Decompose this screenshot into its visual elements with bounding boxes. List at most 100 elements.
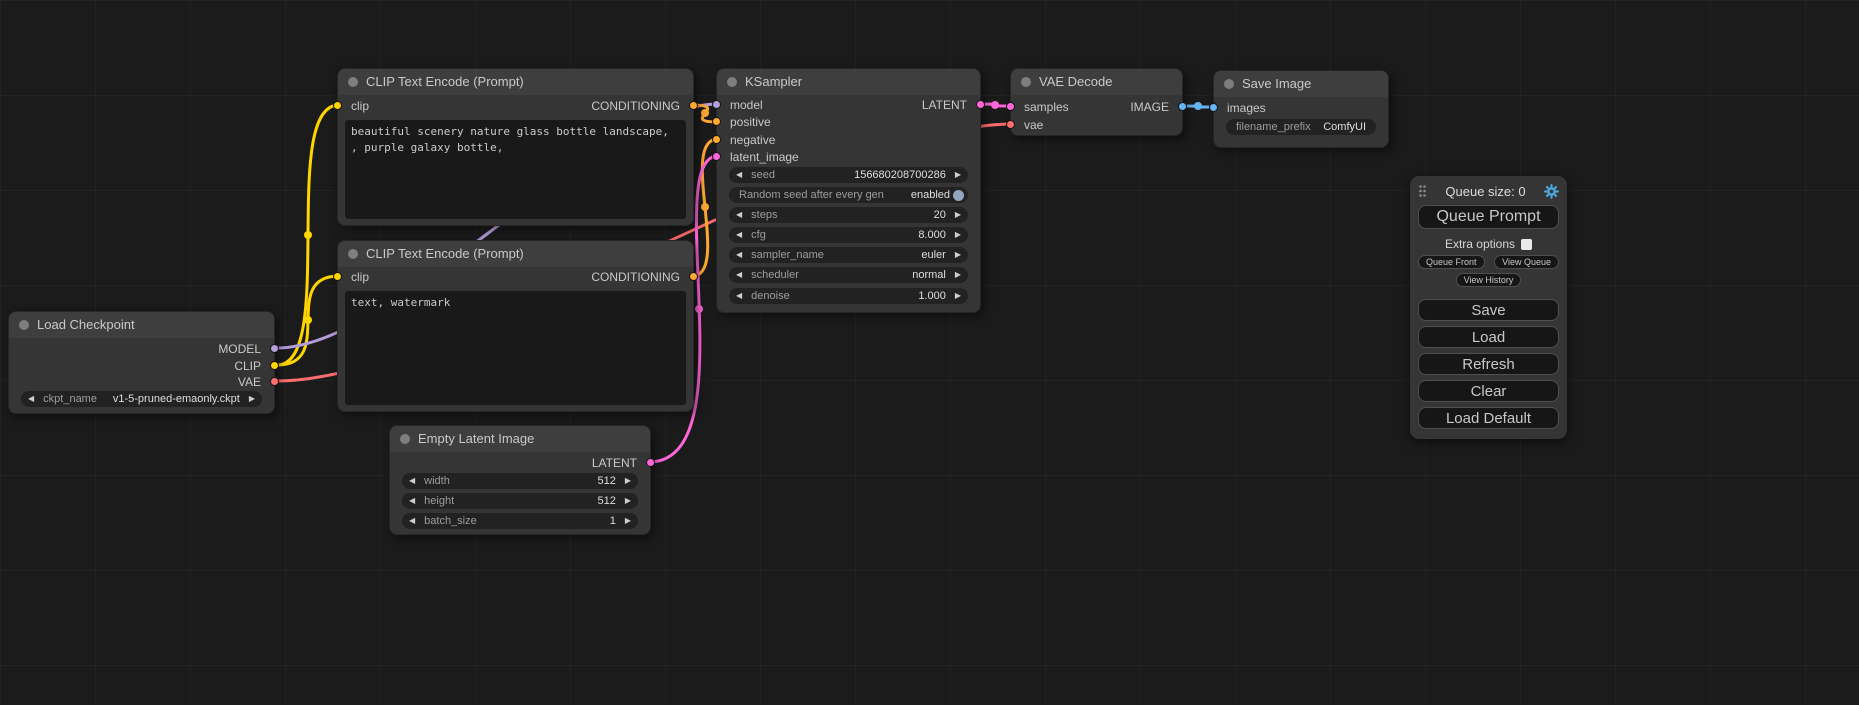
- port-label: samples: [1024, 99, 1069, 115]
- increment-arrow-icon[interactable]: ▶: [955, 207, 961, 223]
- widget-name: width: [424, 473, 450, 489]
- refresh-button[interactable]: Refresh: [1418, 353, 1559, 375]
- decrement-arrow-icon[interactable]: ◀: [736, 288, 742, 304]
- port-label: model: [730, 97, 763, 113]
- increment-arrow-icon[interactable]: ▶: [955, 267, 961, 283]
- latent-port-dot[interactable]: [712, 152, 721, 161]
- vae-port-dot[interactable]: [270, 377, 279, 386]
- save-button[interactable]: Save: [1418, 299, 1559, 321]
- collapse-dot-icon[interactable]: [348, 249, 358, 259]
- link-midpoint-dot: [1194, 102, 1202, 110]
- filename-prefix-widget[interactable]: filename_prefix ComfyUI: [1226, 119, 1376, 135]
- port-label: clip: [351, 269, 369, 285]
- height-widget[interactable]: ◀ height 512 ▶: [402, 493, 638, 509]
- port-label: vae: [1024, 117, 1043, 133]
- conditioning-port-dot[interactable]: [712, 135, 721, 144]
- cfg-widget[interactable]: ◀ cfg 8.000 ▶: [729, 227, 968, 243]
- prompt-textarea[interactable]: text, watermark: [345, 291, 686, 405]
- node-titlebar[interactable]: CLIP Text Encode (Prompt): [338, 69, 693, 95]
- latent-port-dot[interactable]: [1006, 102, 1015, 111]
- queue-prompt-button[interactable]: Queue Prompt: [1418, 205, 1559, 229]
- collapse-dot-icon[interactable]: [400, 434, 410, 444]
- collapse-dot-icon[interactable]: [19, 320, 29, 330]
- seed-widget[interactable]: ◀ seed 156680208700286 ▶: [729, 167, 968, 183]
- clip-port-dot[interactable]: [270, 361, 279, 370]
- node-ksampler[interactable]: KSampler model LATENT positive negative …: [716, 68, 981, 313]
- increment-arrow-icon[interactable]: ▶: [955, 227, 961, 243]
- node-load-checkpoint[interactable]: Load Checkpoint MODEL CLIP VAE ◀ ckpt_na…: [8, 311, 275, 414]
- clip-port-dot[interactable]: [333, 101, 342, 110]
- decrement-arrow-icon[interactable]: ◀: [736, 167, 742, 183]
- view-queue-button[interactable]: View Queue: [1494, 255, 1559, 269]
- node-clip-text-encode-positive[interactable]: CLIP Text Encode (Prompt) clip CONDITION…: [337, 68, 694, 226]
- widget-value: 1.000: [918, 288, 946, 304]
- sampler-name-widget[interactable]: ◀ sampler_name euler ▶: [729, 247, 968, 263]
- widget-value: v1-5-pruned-emaonly.ckpt: [113, 391, 240, 407]
- increment-arrow-icon[interactable]: ▶: [955, 167, 961, 183]
- drag-handle-icon[interactable]: [1418, 184, 1427, 198]
- settings-gear-icon[interactable]: [1544, 184, 1559, 199]
- node-empty-latent-image[interactable]: Empty Latent Image LATENT ◀ width 512 ▶ …: [389, 425, 651, 535]
- image-port-dot[interactable]: [1209, 103, 1218, 112]
- decrement-arrow-icon[interactable]: ◀: [736, 247, 742, 263]
- node-clip-text-encode-negative[interactable]: CLIP Text Encode (Prompt) clip CONDITION…: [337, 240, 694, 412]
- decrement-arrow-icon[interactable]: ◀: [409, 473, 415, 489]
- denoise-widget[interactable]: ◀ denoise 1.000 ▶: [729, 288, 968, 304]
- increment-arrow-icon[interactable]: ▶: [625, 473, 631, 489]
- latent-port-dot[interactable]: [646, 458, 655, 467]
- node-titlebar[interactable]: Load Checkpoint: [9, 312, 274, 338]
- width-widget[interactable]: ◀ width 512 ▶: [402, 473, 638, 489]
- extra-options-checkbox[interactable]: [1521, 239, 1532, 250]
- steps-widget[interactable]: ◀ steps 20 ▶: [729, 207, 968, 223]
- increment-arrow-icon[interactable]: ▶: [249, 391, 255, 407]
- batch-size-widget[interactable]: ◀ batch_size 1 ▶: [402, 513, 638, 529]
- decrement-arrow-icon[interactable]: ◀: [736, 227, 742, 243]
- conditioning-port-dot[interactable]: [689, 101, 698, 110]
- collapse-dot-icon[interactable]: [1224, 79, 1234, 89]
- ckpt-name-widget[interactable]: ◀ ckpt_name v1-5-pruned-emaonly.ckpt ▶: [21, 391, 262, 407]
- vae-port-dot[interactable]: [1006, 120, 1015, 129]
- increment-arrow-icon[interactable]: ▶: [625, 513, 631, 529]
- node-vae-decode[interactable]: VAE Decode samples IMAGE vae: [1010, 68, 1183, 136]
- conditioning-port-dot[interactable]: [689, 272, 698, 281]
- node-save-image[interactable]: Save Image images filename_prefix ComfyU…: [1213, 70, 1389, 148]
- image-port-dot[interactable]: [1178, 102, 1187, 111]
- scheduler-widget[interactable]: ◀ scheduler normal ▶: [729, 267, 968, 283]
- toggle-knob[interactable]: [953, 190, 964, 201]
- port-label: clip: [351, 98, 369, 114]
- decrement-arrow-icon[interactable]: ◀: [28, 391, 34, 407]
- node-titlebar[interactable]: VAE Decode: [1011, 69, 1182, 95]
- increment-arrow-icon[interactable]: ▶: [625, 493, 631, 509]
- decrement-arrow-icon[interactable]: ◀: [736, 267, 742, 283]
- load-default-button[interactable]: Load Default: [1418, 407, 1559, 429]
- increment-arrow-icon[interactable]: ▶: [955, 247, 961, 263]
- node-titlebar[interactable]: CLIP Text Encode (Prompt): [338, 241, 693, 267]
- widget-value: 1: [610, 513, 616, 529]
- clear-button[interactable]: Clear: [1418, 380, 1559, 402]
- decrement-arrow-icon[interactable]: ◀: [409, 493, 415, 509]
- decrement-arrow-icon[interactable]: ◀: [736, 207, 742, 223]
- prompt-textarea[interactable]: beautiful scenery nature glass bottle la…: [345, 120, 686, 219]
- port-label: negative: [730, 132, 775, 148]
- model-port-dot[interactable]: [270, 344, 279, 353]
- collapse-dot-icon[interactable]: [348, 77, 358, 87]
- decrement-arrow-icon[interactable]: ◀: [409, 513, 415, 529]
- increment-arrow-icon[interactable]: ▶: [955, 288, 961, 304]
- graph-canvas[interactable]: Load Checkpoint MODEL CLIP VAE ◀ ckpt_na…: [0, 0, 1859, 705]
- widget-value: 512: [597, 493, 615, 509]
- model-port-dot[interactable]: [712, 100, 721, 109]
- clip-port-dot[interactable]: [333, 272, 342, 281]
- load-button[interactable]: Load: [1418, 326, 1559, 348]
- node-titlebar[interactable]: Empty Latent Image: [390, 426, 650, 452]
- view-history-button[interactable]: View History: [1456, 273, 1522, 287]
- random-seed-widget[interactable]: Random seed after every gen enabled: [729, 187, 968, 203]
- node-titlebar[interactable]: Save Image: [1214, 71, 1388, 97]
- conditioning-port-dot[interactable]: [712, 117, 721, 126]
- collapse-dot-icon[interactable]: [1021, 77, 1031, 87]
- port-row-positive: positive: [717, 114, 980, 130]
- latent-port-dot[interactable]: [976, 100, 985, 109]
- collapse-dot-icon[interactable]: [727, 77, 737, 87]
- queue-size-label: Queue size: 0: [1427, 184, 1544, 199]
- queue-front-button[interactable]: Queue Front: [1418, 255, 1485, 269]
- node-titlebar[interactable]: KSampler: [717, 69, 980, 95]
